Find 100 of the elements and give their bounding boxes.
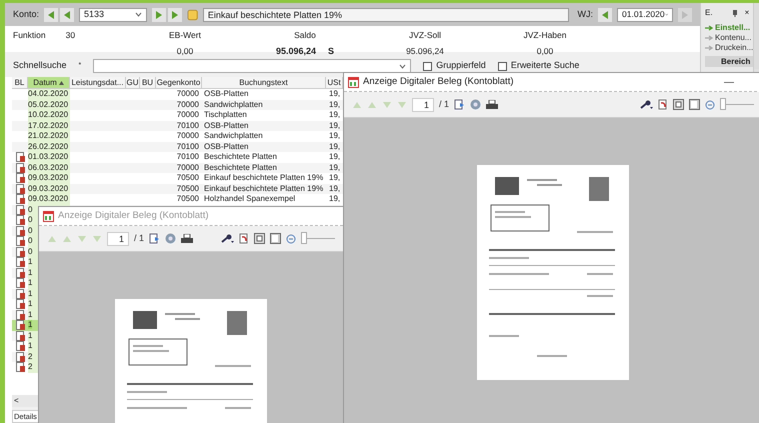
date-cell[interactable]: 01.03.2020 — [28, 152, 68, 161]
document-icon[interactable] — [16, 236, 24, 246]
date-cell[interactable]: 1 — [28, 310, 32, 318]
page-field[interactable]: 1 — [107, 232, 129, 246]
document-icon[interactable] — [16, 330, 24, 341]
date-cell[interactable]: 2 — [28, 362, 32, 371]
date-cell[interactable]: 04.02.2020 — [28, 89, 68, 98]
date-cell[interactable]: 0 — [28, 236, 32, 245]
arrow-icon — [705, 45, 713, 51]
document-icon[interactable] — [16, 152, 24, 162]
next-record-icon[interactable] — [154, 10, 164, 20]
date-cell[interactable]: 09.03.2020 — [28, 194, 68, 203]
date-cell[interactable]: 1 — [28, 299, 32, 308]
date-cell[interactable]: 26.02.2020 — [28, 142, 68, 150]
document-icon[interactable] — [16, 257, 24, 268]
panel-link[interactable]: Druckein... — [715, 43, 754, 53]
document-icon[interactable] — [16, 288, 24, 299]
date-cell[interactable]: 10.02.2020 — [28, 110, 68, 119]
booking-text-cell: OSB-Platten — [204, 142, 248, 150]
page-count: / 1 — [439, 98, 450, 111]
previous-year-icon[interactable] — [600, 10, 610, 20]
account-cell: 70000 — [176, 110, 199, 119]
print-icon[interactable] — [181, 234, 194, 244]
scroll-left-button[interactable]: < — [12, 395, 21, 407]
rotate-page-icon[interactable] — [658, 99, 668, 110]
date-cell[interactable]: 1 — [28, 320, 32, 329]
first-record-icon[interactable] — [46, 10, 56, 20]
column-header[interactable]: GU — [126, 77, 140, 88]
checkbox[interactable] — [498, 62, 507, 70]
document-icon[interactable] — [16, 204, 24, 215]
function-value: 30 — [66, 29, 76, 42]
document-icon[interactable] — [16, 352, 24, 362]
document-icon[interactable] — [16, 226, 24, 236]
zoom-out-icon[interactable] — [286, 234, 296, 244]
booking-text-cell: Einkauf beschichtete Platten 19% — [204, 184, 324, 192]
zoom-slider-thumb[interactable] — [720, 98, 726, 110]
date-cell[interactable]: 0 — [28, 204, 32, 214]
date-cell[interactable]: 2 — [28, 352, 32, 360]
document-icon[interactable] — [16, 299, 24, 310]
account-number-dropdown[interactable]: 5133 — [79, 8, 147, 22]
pin-icon[interactable] — [732, 10, 737, 16]
wrench-icon[interactable] — [640, 100, 653, 110]
column-header[interactable]: Datum — [28, 77, 70, 88]
page-field[interactable]: 1 — [412, 98, 434, 112]
date-cell[interactable]: 09.03.2020 — [28, 173, 68, 182]
document-icon[interactable] — [16, 215, 24, 226]
date-cell[interactable]: 21.02.2020 — [28, 131, 68, 140]
date-cell[interactable]: 1 — [28, 268, 32, 276]
summary-value: 95.096,24 — [276, 44, 316, 58]
date-cell[interactable]: 17.02.2020 — [28, 120, 68, 130]
export-icon[interactable] — [149, 233, 160, 244]
date-cell[interactable]: 1 — [28, 341, 32, 350]
fit-page-icon[interactable] — [254, 233, 265, 244]
date-cell[interactable]: 05.02.2020 — [28, 100, 68, 108]
account-cell: 70000 — [176, 89, 199, 98]
document-icon[interactable] — [16, 246, 24, 257]
document-icon[interactable] — [16, 341, 24, 352]
column-header[interactable]: Leistungsdat... — [70, 77, 126, 88]
document-icon[interactable] — [16, 268, 24, 278]
account-name-field[interactable]: Einkauf beschichtete Platten 19% — [202, 8, 568, 22]
date-cell[interactable]: 06.03.2020 — [28, 162, 68, 172]
zoom-out-icon[interactable] — [705, 100, 715, 110]
single-page-icon[interactable] — [270, 233, 281, 244]
rotate-page-icon[interactable] — [239, 233, 249, 244]
print-icon[interactable] — [486, 100, 498, 110]
column-header[interactable]: Gegenkonto — [156, 77, 202, 88]
date-cell[interactable]: 1 — [28, 288, 32, 298]
column-header[interactable]: Buchungstext — [202, 77, 326, 88]
date-cell[interactable]: 09.03.2020 — [28, 184, 68, 192]
date-cell[interactable]: 1 — [28, 330, 32, 340]
zoom-slider-thumb[interactable] — [301, 232, 307, 244]
single-page-icon[interactable] — [689, 99, 700, 110]
panel-link[interactable]: Einstell... — [715, 23, 750, 33]
document-icon[interactable] — [16, 320, 24, 330]
previous-record-icon[interactable] — [62, 10, 72, 20]
document-icon[interactable] — [16, 310, 24, 320]
date-cell[interactable]: 0 — [28, 215, 32, 224]
panel-link[interactable]: Kontenu... — [715, 33, 752, 43]
document-icon[interactable] — [16, 184, 24, 194]
document-icon[interactable] — [16, 173, 24, 184]
document-icon[interactable] — [16, 362, 24, 372]
export-icon[interactable] — [454, 99, 466, 110]
close-button[interactable]: × — [744, 7, 750, 19]
fit-page-icon[interactable] — [673, 99, 684, 110]
document-icon[interactable] — [16, 278, 24, 288]
date-cell[interactable]: 0 — [28, 226, 32, 234]
date-cell[interactable]: 1 — [28, 278, 32, 287]
last-record-icon[interactable] — [170, 10, 180, 20]
minimize-button[interactable]: — — [724, 74, 734, 90]
document-icon[interactable] — [16, 194, 24, 204]
date-cell[interactable]: 0 — [28, 246, 32, 256]
checkbox-label: Gruppierfeld — [436, 59, 486, 72]
quick-search-field[interactable] — [93, 59, 412, 73]
document-icon[interactable] — [16, 162, 24, 173]
account-cell: 70100 — [176, 142, 199, 150]
wrench-icon[interactable] — [221, 234, 234, 244]
date-cell[interactable]: 1 — [28, 257, 32, 266]
checkbox[interactable] — [423, 62, 432, 70]
column-header[interactable]: BU — [140, 77, 156, 88]
fiscal-year-dropdown[interactable]: 01.01.2020 — [617, 8, 673, 22]
